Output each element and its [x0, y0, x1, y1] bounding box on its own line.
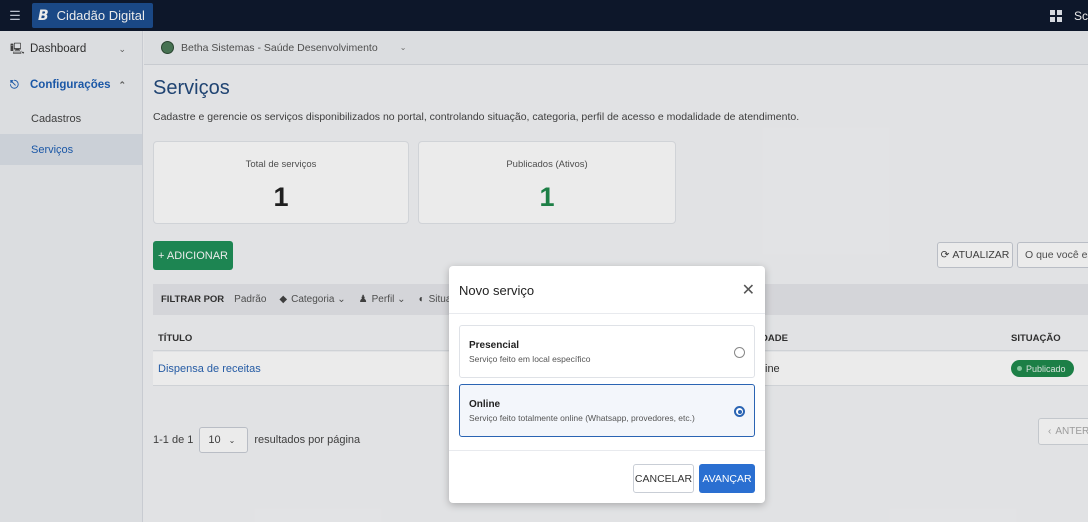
radio-button[interactable]: [734, 347, 745, 358]
option-name: Online: [469, 399, 501, 410]
option-description: Serviço feito totalmente online (Whatsap…: [469, 413, 695, 423]
cancel-button[interactable]: CANCELAR: [633, 464, 694, 493]
radio-button-selected[interactable]: [734, 406, 745, 417]
new-service-dialog: Novo serviço ✕ Presencial Serviço feito …: [449, 266, 765, 503]
option-online[interactable]: Online Serviço feito totalmente online (…: [459, 384, 755, 437]
dialog-title: Novo serviço: [459, 283, 535, 298]
close-icon[interactable]: ✕: [742, 280, 755, 300]
option-description: Serviço feito em local específico: [469, 354, 591, 364]
option-name: Presencial: [469, 340, 520, 351]
dialog-footer: CANCELAR AVANÇAR: [449, 450, 765, 503]
option-presencial[interactable]: Presencial Serviço feito em local especí…: [459, 325, 755, 378]
next-button[interactable]: AVANÇAR: [699, 464, 755, 493]
dialog-header: Novo serviço ✕: [449, 266, 765, 314]
